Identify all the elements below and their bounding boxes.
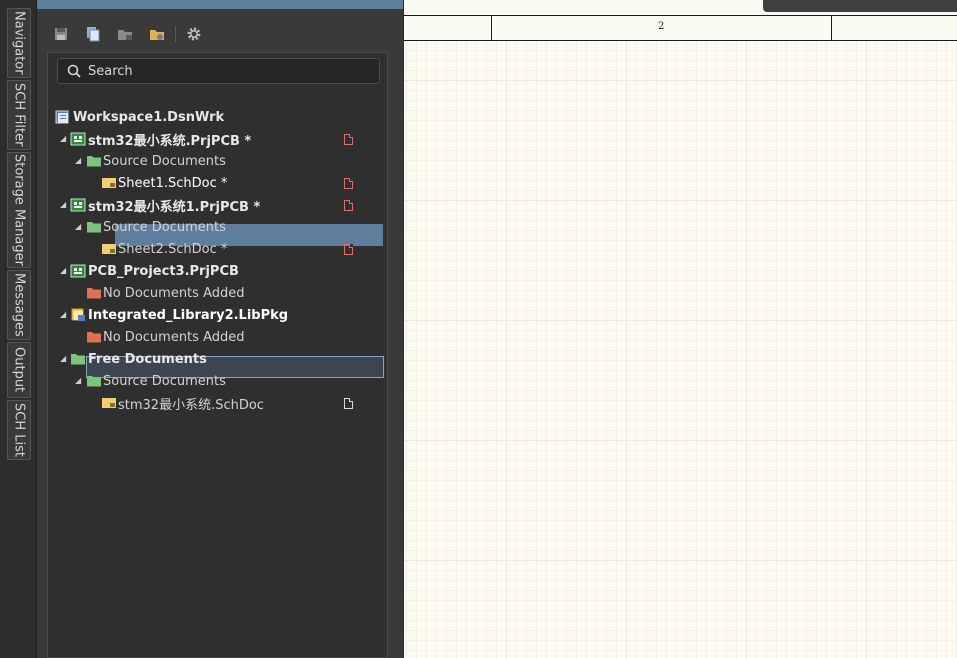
save-icon[interactable] xyxy=(53,26,69,42)
expand-arrow-icon[interactable]: ◢ xyxy=(60,200,70,210)
tree-item-label: PCB_Project3.PrjPCB xyxy=(88,263,239,279)
tab-storage-manager[interactable]: Storage Manager xyxy=(7,152,31,268)
tree-item-empty[interactable]: No Documents Added xyxy=(48,326,389,348)
zone-label: 2 xyxy=(658,21,665,32)
tree-item-label: No Documents Added xyxy=(103,285,245,301)
tree-item-project[interactable]: ◢ stm32最小系统1.PrjPCB * xyxy=(48,194,389,216)
tree-item-label: Workspace1.DsnWrk xyxy=(73,109,225,125)
copy-documents-icon[interactable] xyxy=(85,26,101,42)
expand-arrow-icon[interactable]: ◢ xyxy=(75,376,85,386)
tree-item-project[interactable]: ◢ PCB_Project3.PrjPCB xyxy=(48,260,389,282)
tree-item-label: Source Documents xyxy=(103,153,226,169)
projects-panel: Workspace1.DsnWrk ◢ stm32最小系统.PrjPCB * ◢… xyxy=(37,0,403,658)
zone-divider xyxy=(491,16,492,40)
gear-icon[interactable] xyxy=(186,26,202,42)
toolbar-separator xyxy=(175,26,176,42)
folder-icon xyxy=(86,220,102,234)
modified-document-icon xyxy=(344,178,353,189)
tree-item-workspace[interactable]: Workspace1.DsnWrk xyxy=(48,106,389,128)
workspace-icon xyxy=(55,109,71,124)
schematic-document-icon xyxy=(101,176,117,190)
search-icon xyxy=(64,60,86,82)
tab-sch-filter[interactable]: SCH Filter xyxy=(7,80,31,150)
schematic-document-icon xyxy=(101,242,117,256)
tree-item-free-documents[interactable]: ◢ Free Documents xyxy=(48,348,389,370)
expand-arrow-icon[interactable]: ◢ xyxy=(75,156,85,166)
tree-item-empty[interactable]: No Documents Added xyxy=(48,282,389,304)
tree-item-label: stm32最小系统.SchDoc xyxy=(118,397,264,413)
expand-arrow-icon[interactable]: ◢ xyxy=(60,310,70,320)
tab-storage-manager-label: Storage Manager xyxy=(11,154,27,266)
folder-icon xyxy=(86,374,102,388)
tree-item-label: Source Documents xyxy=(103,373,226,389)
tree-item-document[interactable]: stm32最小系统.SchDoc xyxy=(48,392,389,414)
tab-messages[interactable]: Messages xyxy=(7,270,31,340)
tab-output-label: Output xyxy=(11,347,27,393)
modified-document-icon xyxy=(344,200,353,211)
folder-settings-icon[interactable] xyxy=(149,26,165,42)
tab-output[interactable]: Output xyxy=(7,342,31,398)
tree-item-folder[interactable]: ◢ Source Documents xyxy=(48,216,389,238)
side-panel-tabs: Navigator SCH Filter Storage Manager Mes… xyxy=(0,0,37,658)
library-package-icon xyxy=(70,308,86,322)
tab-sch-list-label: SCH List xyxy=(11,403,27,457)
tab-sch-list[interactable]: SCH List xyxy=(7,400,31,460)
zone-divider xyxy=(831,16,832,40)
tree-item-document-selected[interactable]: Sheet1.SchDoc * xyxy=(48,172,389,194)
tree-item-label: Free Documents xyxy=(88,351,207,367)
search-box[interactable] xyxy=(57,58,380,84)
pcb-project-icon xyxy=(70,198,86,212)
project-tree-container: Workspace1.DsnWrk ◢ stm32最小系统.PrjPCB * ◢… xyxy=(47,52,388,658)
tree-item-label: Source Documents xyxy=(103,219,226,235)
tree-item-label: stm32最小系统.PrjPCB * xyxy=(88,133,252,149)
panel-title-bar xyxy=(37,0,403,9)
tree-item-folder[interactable]: ◢ Source Documents xyxy=(48,370,389,392)
pcb-project-icon xyxy=(70,264,86,278)
schematic-document-icon xyxy=(101,396,117,410)
tab-sch-filter-label: SCH Filter xyxy=(11,83,27,147)
empty-folder-icon xyxy=(86,330,102,344)
panel-toolbar xyxy=(53,24,218,44)
close-folder-icon[interactable] xyxy=(117,26,133,42)
sheet-border-zone-ruler: 2 xyxy=(404,16,957,41)
expand-arrow-icon[interactable]: ◢ xyxy=(60,134,70,144)
pcb-project-icon xyxy=(70,132,86,146)
document-icon xyxy=(344,398,353,409)
modified-document-icon xyxy=(344,244,353,255)
tree-item-label: No Documents Added xyxy=(103,329,245,345)
search-input[interactable] xyxy=(86,63,368,79)
tree-item-library-package[interactable]: ◢ Integrated_Library2.LibPkg xyxy=(48,304,389,326)
expand-arrow-icon[interactable]: ◢ xyxy=(75,222,85,232)
tab-navigator-label: Navigator xyxy=(11,11,27,75)
tree-item-folder[interactable]: ◢ Source Documents xyxy=(48,150,389,172)
expand-arrow-icon[interactable]: ◢ xyxy=(60,266,70,276)
tree-item-label: Sheet2.SchDoc * xyxy=(118,241,228,257)
folder-icon xyxy=(70,352,86,366)
tree-item-label: Integrated_Library2.LibPkg xyxy=(88,307,289,323)
tree-item-label: stm32最小系统1.PrjPCB * xyxy=(88,199,261,215)
tree-item-document[interactable]: Sheet2.SchDoc * xyxy=(48,238,389,260)
active-bar-toolbar[interactable] xyxy=(763,0,957,12)
tree-item-label: Sheet1.SchDoc * xyxy=(118,175,228,191)
tab-messages-label: Messages xyxy=(11,273,27,337)
tree-item-project[interactable]: ◢ stm32最小系统.PrjPCB * xyxy=(48,128,389,150)
expand-arrow-icon[interactable]: ◢ xyxy=(60,354,70,364)
schematic-canvas[interactable]: 2 xyxy=(404,0,957,658)
folder-icon xyxy=(86,154,102,168)
empty-folder-icon xyxy=(86,286,102,300)
modified-document-icon xyxy=(344,134,353,145)
tab-navigator[interactable]: Navigator xyxy=(7,8,31,78)
